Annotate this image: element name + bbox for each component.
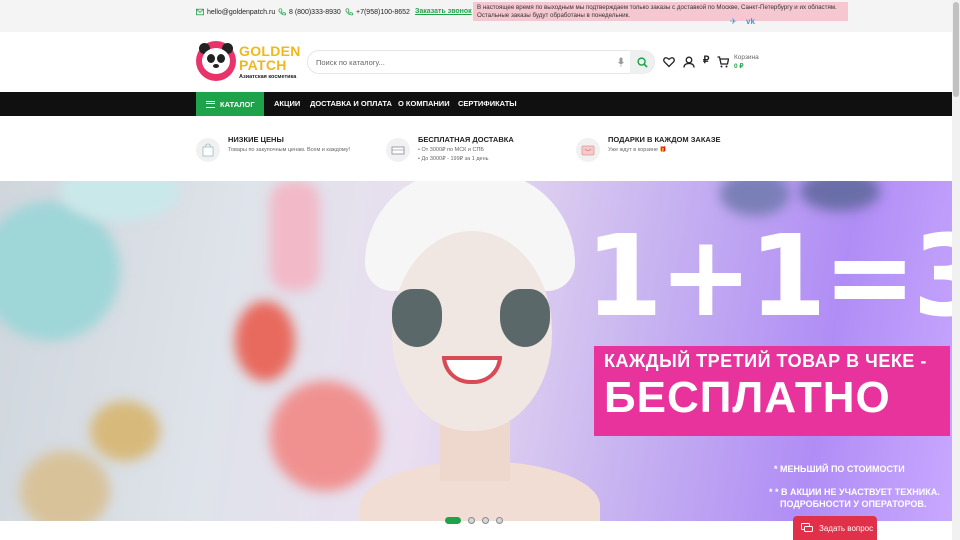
feature-title: ПОДАРКИ В КАЖДОМ ЗАКАЗЕ	[608, 135, 721, 144]
user-icon[interactable]	[683, 56, 695, 68]
search-input[interactable]	[316, 56, 596, 69]
nav-item-promotions[interactable]: АКЦИИ	[274, 99, 300, 108]
notice-line-2: Остальные заказы будут обработаны в поне…	[477, 12, 631, 19]
nav-item-about[interactable]: О КОМПАНИИ	[398, 99, 450, 108]
gold-bottle-image	[20, 451, 110, 521]
promo-line-2: БЕСПЛАТНО	[604, 373, 891, 422]
notice-line-1: В настоящее время по выходным мы подтвер…	[477, 4, 837, 11]
cart-sum: 0 ₽	[734, 63, 744, 70]
slider-dot[interactable]	[496, 517, 503, 524]
logo-line-1: GOLDEN	[239, 43, 301, 59]
promo-line-1: КАЖДЫЙ ТРЕТИЙ ТОВАР В ЧЕКЕ -	[604, 351, 927, 371]
catalog-button[interactable]: КАТАЛОГ	[196, 92, 264, 116]
phone-icon	[278, 8, 286, 16]
logo-line-2: PATCH	[239, 57, 287, 73]
slider-dot[interactable]	[445, 517, 461, 524]
feature-text: Товары по закупочным ценам. Всем и каждо…	[228, 147, 351, 153]
vk-icon[interactable]: vk	[746, 17, 755, 26]
microphone-icon[interactable]	[618, 57, 624, 67]
banner-headline: 1+1=3	[585, 212, 952, 342]
scrollbar-thumb[interactable]	[953, 2, 959, 97]
red-jar-image	[235, 301, 295, 381]
heart-icon[interactable]	[663, 56, 675, 68]
banner-note-3: ПОДРОБНОСТИ У ОПЕРАТОРОВ.	[780, 499, 927, 509]
logo-tagline: Азиатская косметика	[239, 74, 297, 80]
phone-text-1: 8 (800)333-8930	[289, 8, 341, 16]
search-bar	[307, 50, 655, 74]
email-link[interactable]: hello@goldenpatch.ru	[196, 8, 275, 16]
search-button[interactable]	[630, 50, 654, 74]
telegram-icon[interactable]: ✈	[730, 17, 737, 26]
ask-question-button[interactable]: Задать вопрос	[793, 516, 877, 540]
banner-note-1: * МЕНЬШИЙ ПО СТОИМОСТИ	[774, 464, 905, 474]
slider-dot[interactable]	[468, 517, 475, 524]
slider-pagination	[445, 517, 503, 524]
feature-title: НИЗКИЕ ЦЕНЫ	[228, 135, 284, 144]
cart-icon[interactable]	[717, 56, 729, 68]
slider-dot[interactable]	[482, 517, 489, 524]
logo-wordmark: GOLDEN PATCH	[239, 44, 301, 72]
feature-text: Уже ждут в корзине 🎁	[608, 147, 667, 153]
panda-logo-icon	[196, 41, 236, 81]
feature-line: • От 3000₽ по МСК и СПБ	[418, 147, 485, 153]
gold-brush-image	[90, 401, 160, 461]
email-text: hello@goldenpatch.ru	[207, 8, 276, 16]
catalog-label: КАТАЛОГ	[220, 99, 255, 109]
feature-title: БЕСПЛАТНАЯ ДОСТАВКА	[418, 135, 514, 144]
cart-label[interactable]: Корзина	[734, 54, 759, 61]
page-scrollbar[interactable]	[952, 0, 960, 540]
phone-text-2: +7(958)100-8652	[356, 8, 410, 16]
shopping-bag-icon	[196, 138, 220, 162]
nav-item-certificates[interactable]: СЕРТИФИКАТЫ	[458, 99, 517, 108]
currency-switch[interactable]: ₽	[703, 55, 709, 66]
feature-line: • До 3000₽ - 199₽ за 1 день	[418, 155, 489, 162]
gift-icon	[576, 138, 600, 162]
site-logo[interactable]: GOLDEN PATCH Азиатская косметика	[196, 41, 300, 83]
phone-icon	[345, 8, 353, 16]
phone-link-2[interactable]: +7(958)100-8652	[345, 8, 410, 16]
pink-bottle-image	[270, 181, 320, 291]
banner-note-2: * * В АКЦИИ НЕ УЧАСТВУЕТ ТЕХНИКА.	[769, 487, 940, 497]
search-icon	[636, 56, 648, 68]
delivery-box-icon	[386, 138, 410, 162]
nav-item-delivery[interactable]: ДОСТАВКА И ОПЛАТА	[310, 99, 392, 108]
promo-banner[interactable]: 1+1=3 КАЖДЫЙ ТРЕТИЙ ТОВАР В ЧЕКЕ - БЕСПЛ…	[0, 181, 952, 521]
main-nav: КАТАЛОГ АКЦИИ ДОСТАВКА И ОПЛАТА О КОМПАН…	[0, 92, 952, 116]
mail-icon	[196, 8, 204, 16]
blue-cap-image	[800, 181, 880, 211]
top-info-bar: hello@goldenpatch.ru 8 (800)333-8930 +7(…	[0, 0, 952, 32]
callback-link[interactable]: Заказать звонок	[415, 8, 472, 15]
eye-patch-jar-image	[0, 201, 120, 341]
feature-text: • От 3000₽ по МСК и СПБ • До 3000₽ - 199…	[418, 146, 489, 163]
weekend-notice: В настоящее время по выходным мы подтвер…	[473, 2, 848, 21]
blue-jar-image	[720, 181, 790, 216]
ask-question-label: Задать вопрос	[819, 523, 874, 533]
chat-icon	[801, 523, 813, 532]
menu-icon	[206, 100, 215, 108]
phone-link-1[interactable]: 8 (800)333-8930	[278, 8, 341, 16]
